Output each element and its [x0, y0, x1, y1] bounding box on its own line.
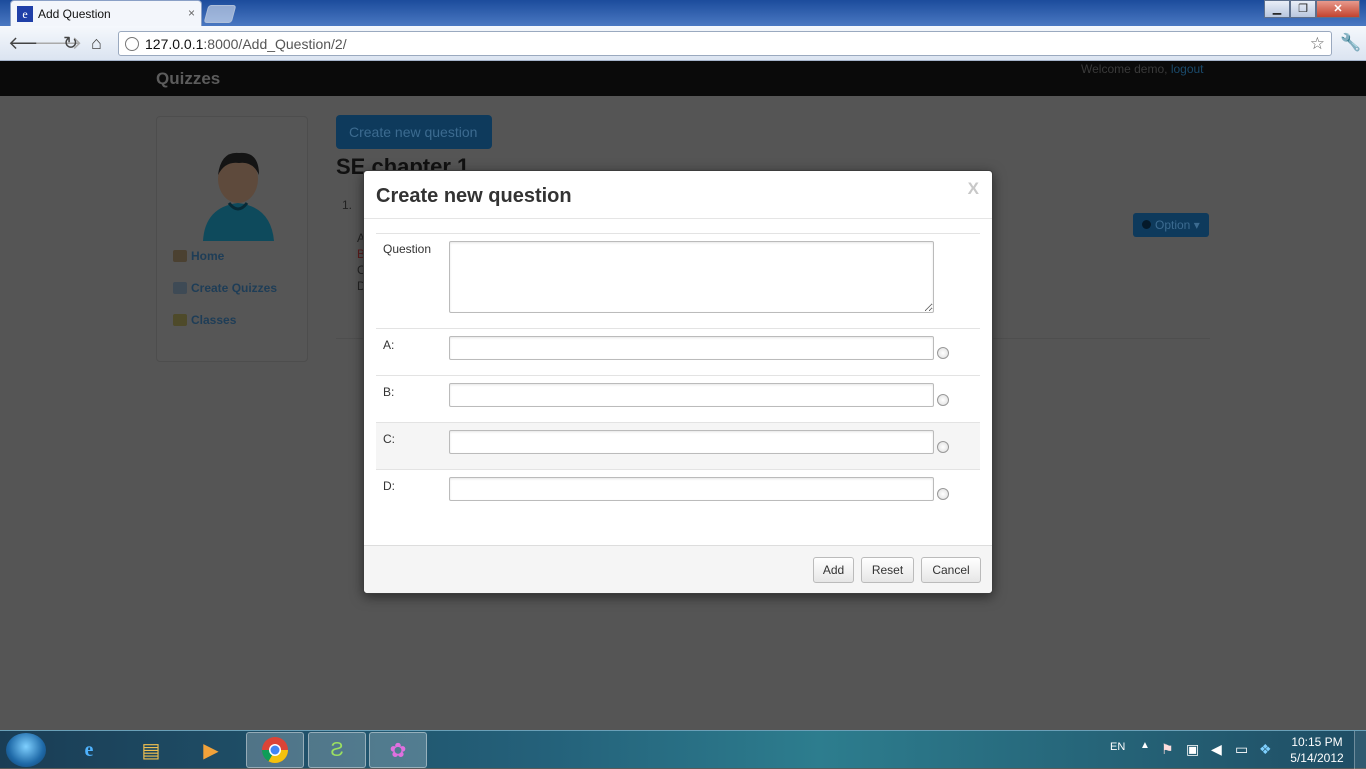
browser-chrome: e Add Question × ▁ ❐ ✕ 🡐 🡒 ↻ ⌂ 127.0.0.1…	[0, 0, 1366, 61]
url-path: :8000/Add_Question/2/	[203, 36, 347, 52]
system-clock[interactable]: 10:15 PM 5/14/2012	[1284, 734, 1350, 766]
question-number: 1.	[342, 198, 353, 212]
sidebar-item-label: Create Quizzes	[191, 281, 278, 295]
device-icon[interactable]: ▣	[1186, 741, 1199, 758]
create-new-question-button[interactable]: Create new question	[336, 115, 492, 149]
welcome-text: Welcome demo, logout	[1081, 62, 1204, 76]
answer-c-input[interactable]	[449, 430, 934, 454]
answer-d-input[interactable]	[449, 477, 934, 501]
answer-b-correct-radio[interactable]	[937, 394, 949, 406]
tab-title: Add Question	[38, 7, 111, 21]
action-center-flag-icon[interactable]: ⚑	[1161, 741, 1174, 758]
option-button-label: Option	[1155, 218, 1191, 232]
books-icon	[173, 314, 187, 326]
option-dropdown-button[interactable]: Option ▾	[1133, 213, 1209, 237]
home-icon	[173, 250, 187, 262]
answer-row-c: C:	[376, 422, 980, 469]
window-close-button[interactable]: ✕	[1316, 0, 1360, 18]
modal-title: Create new question	[376, 185, 572, 207]
home-icon[interactable]: ⌂	[91, 33, 102, 53]
user-avatar-icon	[203, 152, 274, 241]
answer-d-correct-radio[interactable]	[937, 488, 949, 500]
answer-c-correct-radio[interactable]	[937, 441, 949, 453]
brand-logo[interactable]: Quizzes	[156, 69, 220, 89]
maximize-button[interactable]: ❐	[1290, 0, 1316, 18]
sidebar: Home Create Quizzes Classes	[156, 116, 308, 362]
window-controls: ▁ ❐ ✕	[1264, 0, 1360, 18]
modal-footer: Add Reset Cancel	[364, 545, 992, 593]
taskbar: e ▤ ▶ Ƨ ✿ EN ▲ ⚑ ▣ ◀ ▭ ❖ 10:15 PM 5/14/2…	[0, 730, 1366, 769]
reload-icon[interactable]: ↻	[63, 33, 78, 53]
wrench-icon[interactable]: 🔧	[1340, 33, 1361, 53]
answer-c-label: C:	[383, 432, 395, 446]
windows-start-icon[interactable]	[6, 733, 46, 767]
tab-close-icon[interactable]: ×	[188, 6, 195, 20]
tab-strip: e Add Question × ▁ ❐ ✕	[0, 0, 1366, 26]
gear-icon	[1142, 220, 1151, 229]
app-icon[interactable]: Ƨ	[308, 732, 366, 768]
media-player-icon[interactable]: ▶	[182, 732, 240, 768]
chrome-logo-icon	[261, 737, 289, 764]
top-navbar: Quizzes Welcome demo, logout	[0, 61, 1366, 96]
clock-date: 5/14/2012	[1290, 751, 1344, 765]
sidebar-item-home[interactable]: Home	[173, 249, 224, 263]
answer-row-a: A:	[376, 328, 980, 375]
question-row: Question	[376, 233, 980, 328]
answer-row-d: D:	[376, 469, 980, 516]
clock-time: 10:15 PM	[1291, 735, 1343, 749]
url-host: 127.0.0.1	[145, 36, 204, 52]
star-icon[interactable]: ☆	[1310, 34, 1325, 54]
show-hidden-icons-icon[interactable]: ▲	[1140, 740, 1150, 751]
globe-icon	[125, 37, 139, 51]
sidebar-item-label: Classes	[191, 313, 237, 327]
messenger-icon[interactable]: ✿	[369, 732, 427, 768]
dropbox-icon[interactable]: ❖	[1259, 741, 1272, 758]
answer-a-correct-radio[interactable]	[937, 347, 949, 359]
cancel-button[interactable]: Cancel	[921, 557, 981, 583]
create-question-modal: Create new question X Question A: B: C: …	[363, 170, 993, 594]
url-text: 127.0.0.1:8000/Add_Question/2/	[145, 36, 347, 52]
internet-explorer-icon[interactable]: e	[60, 732, 118, 768]
language-indicator[interactable]: EN	[1110, 741, 1125, 753]
modal-close-button[interactable]: X	[968, 179, 979, 199]
answer-b-label: B:	[383, 385, 395, 399]
answer-d-label: D:	[383, 479, 395, 493]
chrome-icon[interactable]	[246, 732, 304, 768]
show-desktop-button[interactable]	[1354, 731, 1366, 769]
answer-b-input[interactable]	[449, 383, 934, 407]
sidebar-item-label: Home	[191, 249, 225, 263]
new-tab-button[interactable]	[203, 5, 237, 23]
file-explorer-icon[interactable]: ▤	[122, 732, 180, 768]
welcome-label: Welcome demo,	[1081, 62, 1171, 76]
add-button[interactable]: Add	[813, 557, 854, 583]
question-textarea[interactable]	[449, 241, 934, 313]
tab-add-question[interactable]: e Add Question ×	[10, 0, 202, 26]
volume-icon[interactable]: ◀	[1211, 741, 1222, 758]
address-bar[interactable]: 127.0.0.1:8000/Add_Question/2/ ☆	[118, 31, 1332, 56]
network-icon[interactable]: ▭	[1235, 741, 1248, 758]
question-label: Question	[383, 242, 432, 256]
minimize-button[interactable]: ▁	[1264, 0, 1290, 18]
tab-favicon-icon: e	[17, 6, 33, 22]
logout-link[interactable]: logout	[1171, 62, 1204, 76]
browser-toolbar: 🡐 🡒 ↻ ⌂ 127.0.0.1:8000/Add_Question/2/ ☆…	[0, 26, 1366, 61]
reset-button[interactable]: Reset	[861, 557, 914, 583]
answer-a-label: A:	[383, 338, 395, 352]
modal-header: Create new question X	[364, 171, 992, 219]
folder-icon	[173, 282, 187, 294]
sidebar-item-create-quizzes[interactable]: Create Quizzes	[173, 281, 277, 295]
answer-row-b: B:	[376, 375, 980, 422]
sidebar-item-classes[interactable]: Classes	[173, 313, 236, 327]
answer-a-input[interactable]	[449, 336, 934, 360]
